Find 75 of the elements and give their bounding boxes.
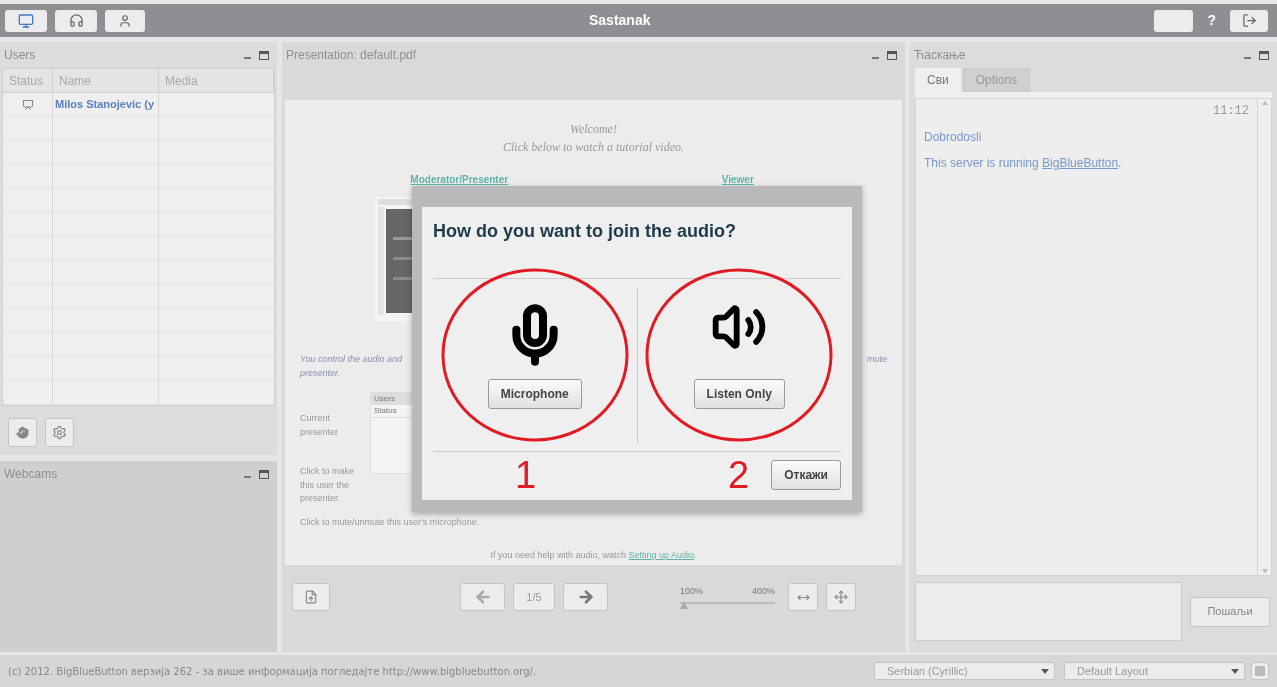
mute-hint-text: Click to mute/unmute this user's microphone. bbox=[300, 515, 480, 529]
caret-icon bbox=[1231, 668, 1239, 674]
annotation-text: Click to make this user the presenter. bbox=[300, 465, 355, 505]
minimize-icon[interactable] bbox=[1244, 56, 1251, 59]
maximize-icon[interactable] bbox=[259, 50, 269, 60]
intro-text: Click below to watch a tutorial video. bbox=[503, 139, 684, 156]
panel-title: Ћаскање bbox=[914, 47, 966, 64]
chat-message: This server is running BigBlueButton. bbox=[924, 155, 1123, 172]
blank-button[interactable] bbox=[1154, 9, 1194, 32]
user-name[interactable]: Milos Stanojevic (y bbox=[55, 96, 155, 113]
help-link[interactable]: ? bbox=[1207, 10, 1216, 31]
upload-icon bbox=[304, 590, 318, 604]
annotation-number: 2 bbox=[728, 455, 750, 494]
chat-message: Dobrodosli bbox=[924, 129, 983, 146]
column-header[interactable]: Status bbox=[3, 69, 53, 92]
column-header[interactable]: Name bbox=[53, 69, 159, 92]
desktop-share-button[interactable] bbox=[5, 9, 47, 32]
upload-button[interactable] bbox=[292, 583, 330, 611]
audio-text: You control the audio and bbox=[300, 353, 403, 366]
zoom-max-label: 400% bbox=[751, 584, 775, 598]
tutorial-link[interactable]: Viewer bbox=[721, 172, 754, 187]
previous-button[interactable] bbox=[460, 583, 505, 611]
annotation-text: Current presenter bbox=[300, 412, 340, 439]
chat-tab[interactable]: Сви bbox=[915, 68, 961, 92]
hand-icon bbox=[16, 426, 29, 439]
panel-title: Presentation: default.pdf bbox=[286, 47, 417, 64]
audio-text: mute bbox=[867, 353, 887, 366]
annotation-number: 1 bbox=[515, 455, 537, 494]
raise-hand-button[interactable] bbox=[8, 418, 37, 447]
audio-option-button[interactable]: Listen Only bbox=[693, 379, 785, 409]
panel-title: Webcams bbox=[4, 466, 58, 483]
settings-icon bbox=[52, 425, 67, 440]
zoom-slider[interactable] bbox=[680, 599, 775, 610]
page-button[interactable]: 1/5 bbox=[513, 583, 555, 611]
audio-option-button[interactable]: Microphone bbox=[487, 379, 582, 409]
panel-title: Users bbox=[4, 47, 36, 64]
fit-width-button[interactable] bbox=[788, 583, 818, 611]
presenter-icon bbox=[21, 98, 34, 111]
audio-button[interactable] bbox=[55, 9, 97, 32]
maximize-icon[interactable] bbox=[259, 469, 269, 479]
tutorial-link[interactable]: Moderator/Presenter bbox=[410, 172, 509, 187]
maximize-icon[interactable] bbox=[887, 50, 897, 60]
move-button[interactable] bbox=[826, 583, 856, 611]
scroll-up-icon[interactable] bbox=[1261, 101, 1268, 105]
dropdown[interactable]: Serbian (Cyrillic) bbox=[874, 662, 1055, 680]
save-layout-button[interactable] bbox=[1251, 662, 1269, 680]
monitor-icon bbox=[18, 12, 34, 29]
minimize-icon[interactable] bbox=[872, 56, 879, 59]
message-time: 11:12 bbox=[1213, 103, 1249, 120]
zoom-min-label: 100% bbox=[680, 584, 704, 598]
headphones-icon bbox=[68, 13, 84, 28]
dropdown[interactable]: Default Layout bbox=[1064, 662, 1245, 680]
help-text: If you need help with audio, watch Setting up Audio. bbox=[490, 549, 697, 562]
copyright-text: (c) 2012. BigBlueButton верзија 262 - за више информација погледајте http://www.bigbluebutton.org/. bbox=[8, 664, 538, 679]
welcome-text: Welcome! bbox=[570, 121, 617, 138]
scroll-down-icon[interactable] bbox=[1261, 569, 1268, 573]
minimize-icon[interactable] bbox=[244, 475, 251, 478]
window-title: Sastanak bbox=[588, 11, 651, 30]
audio-text: presenter. bbox=[300, 366, 342, 380]
logout-icon bbox=[1241, 13, 1257, 28]
column-header[interactable]: Media bbox=[159, 69, 274, 92]
message-input[interactable] bbox=[915, 582, 1182, 641]
caret-icon bbox=[1041, 668, 1049, 674]
minimize-icon[interactable] bbox=[244, 56, 251, 59]
next-button[interactable] bbox=[563, 583, 608, 611]
move-icon bbox=[834, 590, 848, 604]
slider-thumb[interactable] bbox=[680, 601, 688, 610]
maximize-icon[interactable] bbox=[1259, 50, 1269, 60]
settings-button[interactable] bbox=[45, 418, 74, 447]
send-button[interactable]: Пошаљи bbox=[1190, 596, 1270, 627]
webcam-button[interactable] bbox=[105, 9, 145, 32]
cancel-button[interactable]: Откажи bbox=[771, 459, 841, 490]
logout-button[interactable] bbox=[1230, 9, 1268, 32]
user-icon bbox=[118, 13, 132, 28]
dialog-title: How do you want to join the audio? bbox=[433, 220, 737, 243]
